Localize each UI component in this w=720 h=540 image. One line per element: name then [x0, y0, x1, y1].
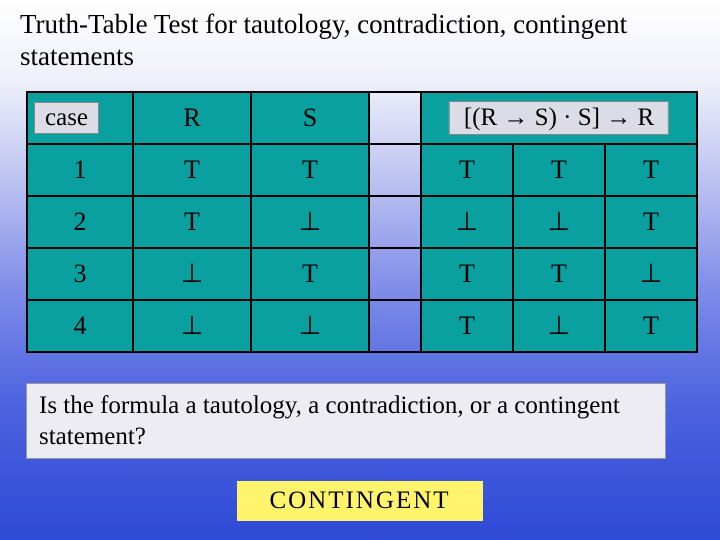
table-row: 1 T T T T T: [27, 144, 697, 196]
cell-s: T: [251, 144, 369, 196]
cell-c2: T: [513, 144, 605, 196]
cell-c1: T: [421, 300, 513, 352]
header-case: case: [27, 92, 133, 144]
gap: [369, 92, 421, 144]
header-formula: [(R → S) · S] → R: [421, 92, 697, 144]
truth-table: case R S [(R → S) · S] → R 1 T T T T T 2: [26, 91, 698, 353]
cell-c3: T: [605, 196, 697, 248]
cell-case: 1: [27, 144, 133, 196]
cell-c1: ⊥: [421, 196, 513, 248]
cell-c3: ⊥: [605, 248, 697, 300]
cell-r: T: [133, 144, 251, 196]
answer-wrap: CONTINGENT: [20, 481, 700, 521]
gap: [369, 300, 421, 352]
cell-s: T: [251, 248, 369, 300]
slide-title: Truth-Table Test for tautology, contradi…: [20, 8, 700, 73]
cell-c2: ⊥: [513, 196, 605, 248]
header-case-label: case: [34, 102, 99, 134]
table-row: 4 ⊥ ⊥ T ⊥ T: [27, 300, 697, 352]
cell-r: T: [133, 196, 251, 248]
slide: Truth-Table Test for tautology, contradi…: [0, 0, 720, 540]
cell-case: 3: [27, 248, 133, 300]
question-box: Is the formula a tautology, a contradict…: [26, 383, 666, 460]
cell-s: ⊥: [251, 196, 369, 248]
cell-c3: T: [605, 300, 697, 352]
cell-c1: T: [421, 144, 513, 196]
gap: [369, 144, 421, 196]
cell-r: ⊥: [133, 300, 251, 352]
gap: [369, 196, 421, 248]
cell-c2: ⊥: [513, 300, 605, 352]
cell-case: 4: [27, 300, 133, 352]
cell-c3: T: [605, 144, 697, 196]
answer-box: CONTINGENT: [237, 481, 482, 521]
truth-table-wrap: case R S [(R → S) · S] → R 1 T T T T T 2: [26, 91, 700, 353]
header-formula-label: [(R → S) · S] → R: [449, 101, 669, 135]
table-row: 3 ⊥ T T T ⊥: [27, 248, 697, 300]
gap: [369, 248, 421, 300]
header-s: S: [251, 92, 369, 144]
cell-c2: T: [513, 248, 605, 300]
table-row: 2 T ⊥ ⊥ ⊥ T: [27, 196, 697, 248]
cell-c1: T: [421, 248, 513, 300]
table-header-row: case R S [(R → S) · S] → R: [27, 92, 697, 144]
cell-s: ⊥: [251, 300, 369, 352]
cell-r: ⊥: [133, 248, 251, 300]
header-r: R: [133, 92, 251, 144]
cell-case: 2: [27, 196, 133, 248]
